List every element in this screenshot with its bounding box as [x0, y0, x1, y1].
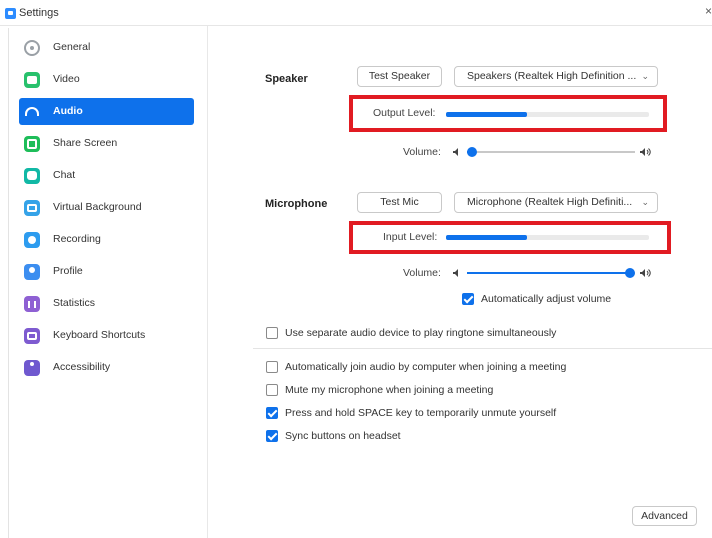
- speaker-high-icon: [640, 148, 651, 156]
- microphone-device-value: Microphone (Realtek High Definiti...: [467, 196, 633, 208]
- sidebar-item-label: Accessibility: [53, 361, 111, 373]
- auto-join-audio-checkbox[interactable]: [266, 361, 278, 373]
- sidebar-item-profile[interactable]: Profile: [19, 258, 194, 285]
- chat-icon: [24, 168, 40, 184]
- sidebar-item-label: General: [53, 41, 91, 53]
- general-icon: [24, 40, 40, 56]
- sidebar-item-label: Virtual Background: [53, 201, 142, 213]
- microphone-volume-slider[interactable]: [467, 272, 635, 274]
- sidebar: General Video Audio Share Screen Chat Vi…: [9, 26, 208, 538]
- output-level-meter: [446, 112, 649, 117]
- auto-join-audio-label: Automatically join audio by computer whe…: [285, 361, 567, 373]
- sidebar-item-label: Recording: [53, 233, 101, 245]
- output-level-label: Output Level:: [373, 107, 436, 119]
- speaker-volume-knob[interactable]: [467, 147, 478, 157]
- space-unmute-label: Press and hold SPACE key to temporarily …: [285, 407, 557, 419]
- sidebar-item-label: Profile: [53, 265, 83, 277]
- output-level-fill: [446, 112, 528, 117]
- headphones-icon: [25, 107, 39, 116]
- sidebar-item-accessibility[interactable]: Accessibility: [19, 354, 194, 381]
- sidebar-item-virtual-background[interactable]: Virtual Background: [19, 194, 194, 221]
- mute-on-join-checkbox[interactable]: [266, 384, 278, 396]
- sidebar-item-label: Statistics: [53, 297, 96, 309]
- auto-adjust-volume-label: Automatically adjust volume: [481, 293, 612, 305]
- recording-icon: [24, 232, 40, 248]
- sidebar-item-share-screen[interactable]: Share Screen: [19, 130, 194, 157]
- separate-audio-device-checkbox[interactable]: [266, 327, 278, 339]
- title-bar: Settings ×: [0, 0, 712, 26]
- keyboard-icon: [24, 328, 40, 344]
- input-level-meter: [446, 235, 649, 240]
- share-screen-icon: [24, 136, 40, 152]
- speaker-volume-slider[interactable]: [467, 151, 635, 153]
- audio-settings-panel: Speaker Test Speaker Speakers (Realtek H…: [209, 26, 712, 538]
- close-icon[interactable]: ×: [705, 4, 712, 18]
- sync-headset-label: Sync buttons on headset: [285, 430, 401, 442]
- speaker-section-label: Speaker: [265, 73, 308, 85]
- speaker-low-icon: [453, 269, 458, 277]
- separate-audio-device-label: Use separate audio device to play ringto…: [285, 327, 557, 339]
- microphone-volume-knob[interactable]: [624, 268, 635, 278]
- sidebar-item-audio[interactable]: Audio: [19, 98, 194, 125]
- microphone-device-select[interactable]: Microphone (Realtek High Definiti... ⌄: [454, 192, 658, 213]
- test-speaker-button[interactable]: Test Speaker: [357, 66, 442, 87]
- advanced-button[interactable]: Advanced: [632, 506, 697, 526]
- sidebar-item-label: Video: [53, 73, 80, 85]
- auto-adjust-volume-checkbox[interactable]: [462, 293, 474, 305]
- speaker-high-icon: [640, 269, 651, 277]
- sidebar-item-video[interactable]: Video: [19, 66, 194, 93]
- microphone-section-label: Microphone: [265, 198, 328, 210]
- space-unmute-checkbox[interactable]: [266, 407, 278, 419]
- input-level-label: Input Level:: [383, 231, 438, 243]
- microphone-volume-fill: [467, 272, 630, 274]
- sidebar-item-label: Chat: [53, 169, 76, 181]
- mute-on-join-label: Mute my microphone when joining a meetin…: [285, 384, 494, 396]
- window-title: Settings: [19, 7, 59, 19]
- speaker-volume-label: Volume:: [403, 146, 441, 158]
- sidebar-item-label: Share Screen: [53, 137, 118, 149]
- sidebar-item-statistics[interactable]: Statistics: [19, 290, 194, 317]
- zoom-app-icon: [5, 8, 16, 19]
- sidebar-item-chat[interactable]: Chat: [19, 162, 194, 189]
- chevron-down-icon: ⌄: [641, 197, 649, 207]
- sidebar-item-keyboard-shortcuts[interactable]: Keyboard Shortcuts: [19, 322, 194, 349]
- sync-headset-checkbox[interactable]: [266, 430, 278, 442]
- test-mic-button[interactable]: Test Mic: [357, 192, 442, 213]
- speaker-low-icon: [453, 148, 458, 156]
- video-icon: [24, 72, 40, 88]
- speaker-device-value: Speakers (Realtek High Definition ...: [467, 70, 637, 82]
- profile-icon: [24, 264, 40, 280]
- microphone-volume-label: Volume:: [403, 267, 441, 279]
- speaker-device-select[interactable]: Speakers (Realtek High Definition ... ⌄: [454, 66, 658, 87]
- sidebar-item-recording[interactable]: Recording: [19, 226, 194, 253]
- input-level-fill: [446, 235, 528, 240]
- sidebar-item-label: Audio: [53, 105, 83, 117]
- statistics-icon: [24, 296, 40, 312]
- sidebar-item-label: Keyboard Shortcuts: [53, 329, 146, 341]
- virtual-background-icon: [24, 200, 40, 216]
- sidebar-item-general[interactable]: General: [19, 34, 194, 61]
- accessibility-icon: [24, 360, 40, 376]
- chevron-down-icon: ⌄: [641, 71, 649, 81]
- section-divider: [253, 348, 712, 349]
